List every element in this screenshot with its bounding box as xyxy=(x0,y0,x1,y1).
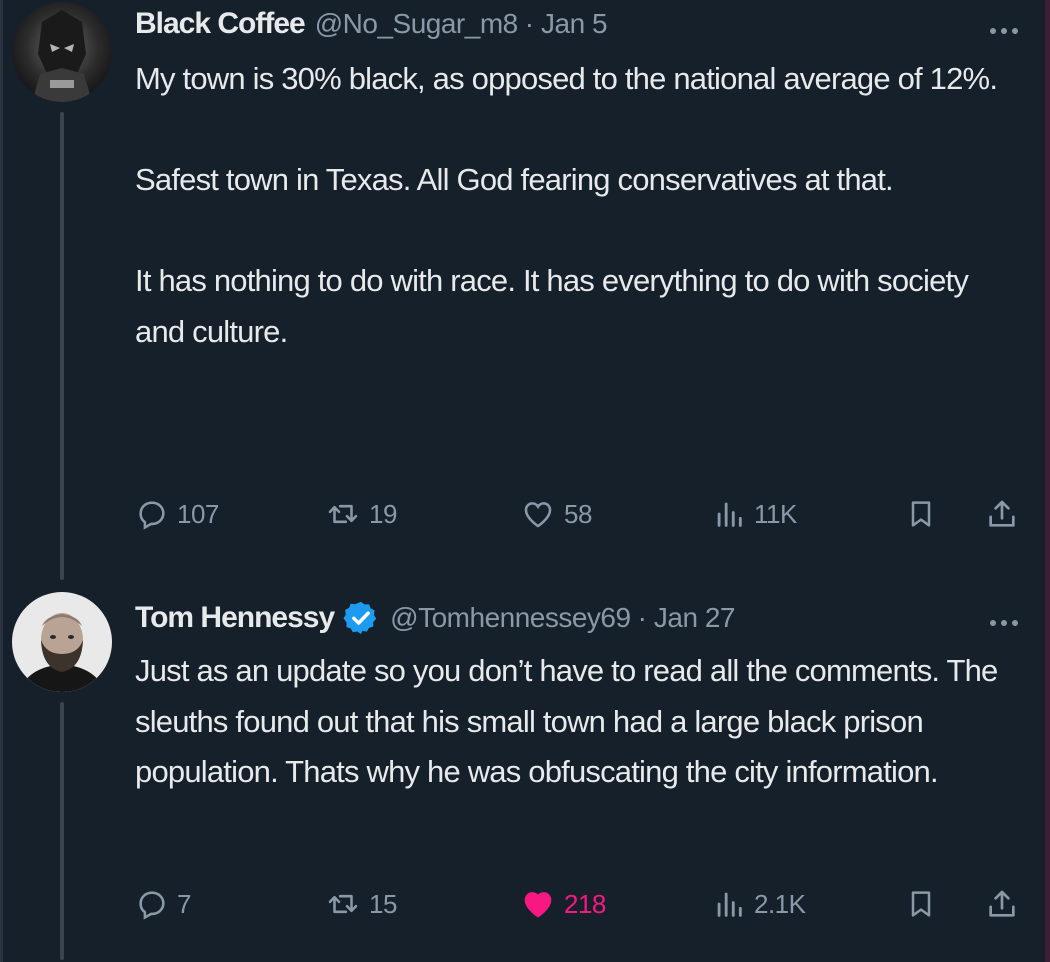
verified-badge-icon xyxy=(343,601,377,635)
views-icon xyxy=(717,892,742,917)
avatar[interactable] xyxy=(12,592,112,692)
reply-icon xyxy=(139,891,165,920)
more-icon[interactable] xyxy=(990,28,1018,34)
tweet-paragraph: Just as an update so you don’t have to r… xyxy=(135,653,998,789)
like-count: 218 xyxy=(564,888,606,919)
views-count: 11K xyxy=(754,498,797,529)
repost-count: 15 xyxy=(369,888,397,919)
reply-button[interactable]: 7 xyxy=(135,884,191,924)
display-name[interactable]: Tom Hennessy xyxy=(135,601,335,635)
share-button[interactable] xyxy=(985,494,1019,534)
repost-button[interactable]: 19 xyxy=(325,494,397,534)
tweet-header: Black Coffee @No_Sugar_m8 · Jan 5 xyxy=(135,2,608,46)
repost-icon xyxy=(328,504,358,524)
avatar[interactable] xyxy=(12,2,112,102)
tweet-paragraph: Safest town in Texas. All God fearing co… xyxy=(135,162,894,197)
like-count: 58 xyxy=(564,498,592,529)
screenshot-right-edge xyxy=(1045,0,1050,962)
repost-count: 19 xyxy=(369,498,397,529)
dark-mask-avatar-icon xyxy=(12,2,112,102)
share-button[interactable] xyxy=(985,884,1019,924)
views-button[interactable]: 2.1K xyxy=(712,884,806,924)
reply-icon xyxy=(139,501,165,530)
more-icon[interactable] xyxy=(990,620,1018,626)
user-handle[interactable]: @Tomhennessey69 xyxy=(390,602,631,634)
bookmark-icon xyxy=(911,501,931,527)
like-icon xyxy=(524,892,552,918)
repost-icon xyxy=(328,894,358,914)
reply-button[interactable]: 107 xyxy=(135,494,219,534)
views-icon xyxy=(717,502,742,527)
tweet-actions: 107 19 58 11K xyxy=(135,494,1035,534)
bookmark-button[interactable] xyxy=(905,494,937,534)
share-icon xyxy=(989,890,1015,917)
tweet-text: Just as an update so you don’t have to r… xyxy=(135,646,1025,798)
bearded-man-avatar-icon xyxy=(12,592,112,692)
views-count: 2.1K xyxy=(754,888,806,919)
timestamp[interactable]: Jan 27 xyxy=(654,602,736,634)
bookmark-button[interactable] xyxy=(905,884,937,924)
tweet-actions: 7 15 218 2.1K xyxy=(135,884,1035,924)
like-button[interactable]: 218 xyxy=(520,884,606,924)
tweet-header: Tom Hennessy @Tomhennessey69 · Jan 27 xyxy=(135,596,735,640)
tweet-paragraph: My town is 30% black, as opposed to the … xyxy=(135,61,998,96)
tweet-paragraph: It has nothing to do with race. It has e… xyxy=(135,263,969,349)
repost-button[interactable]: 15 xyxy=(325,884,397,924)
share-icon xyxy=(989,500,1015,527)
bookmark-icon xyxy=(911,891,931,917)
like-icon xyxy=(524,502,552,528)
reply-count: 107 xyxy=(177,498,219,529)
thread-connector-line xyxy=(60,702,64,960)
user-handle[interactable]: @No_Sugar_m8 xyxy=(315,8,518,40)
views-button[interactable]: 11K xyxy=(712,494,797,534)
separator-dot: · xyxy=(637,602,647,633)
timestamp[interactable]: Jan 5 xyxy=(541,8,608,40)
like-button[interactable]: 58 xyxy=(520,494,592,534)
separator-dot: · xyxy=(524,8,535,39)
tweet-text: My town is 30% black, as opposed to the … xyxy=(135,54,1025,357)
reply-count: 7 xyxy=(177,888,191,919)
thread-connector-line xyxy=(60,112,64,580)
display-name[interactable]: Black Coffee xyxy=(135,7,306,41)
screenshot-left-edge xyxy=(0,0,3,962)
